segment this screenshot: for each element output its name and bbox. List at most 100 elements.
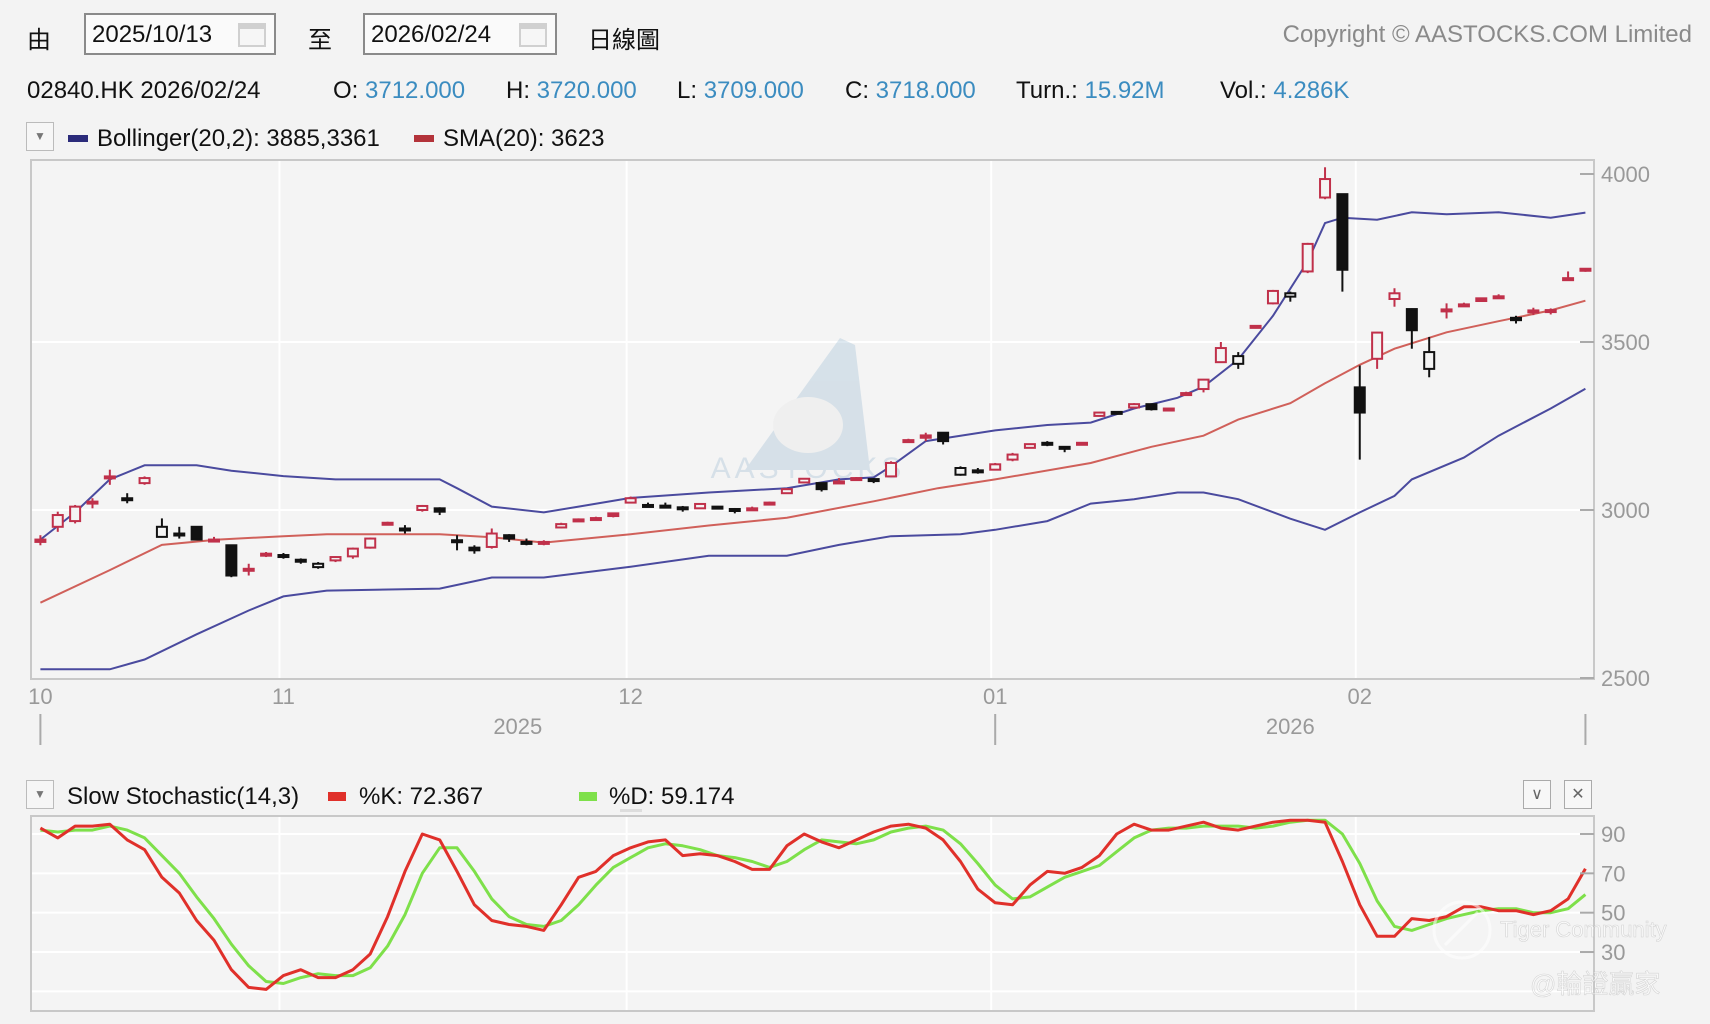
candle-body xyxy=(1076,441,1088,446)
candle-body xyxy=(51,514,64,528)
candle-body xyxy=(1232,355,1245,365)
candle-body xyxy=(1214,347,1227,364)
candle-body xyxy=(850,477,863,482)
candle-body xyxy=(1510,316,1522,322)
candle-body xyxy=(1319,178,1332,199)
candle-body xyxy=(1249,324,1262,329)
candle-body xyxy=(676,506,689,511)
candle-body xyxy=(780,488,793,495)
candle-body xyxy=(919,434,932,439)
candle-body xyxy=(1162,407,1175,412)
y-tick-label: 70 xyxy=(1601,861,1625,886)
month-tick-label: 02 xyxy=(1348,684,1372,709)
candle-body xyxy=(902,439,915,444)
candle-body xyxy=(173,532,186,537)
candle-body xyxy=(867,478,880,483)
candle-body xyxy=(1527,309,1540,314)
watermark-handle-text: @輪證贏家 xyxy=(1530,969,1660,999)
candle-body xyxy=(624,497,637,504)
candle-body xyxy=(971,469,984,474)
candle-body xyxy=(103,475,116,480)
y-tick-label: 3000 xyxy=(1601,498,1650,523)
candle-body xyxy=(572,518,585,523)
candle-body xyxy=(138,477,151,485)
candle-body xyxy=(1301,242,1314,273)
y-tick-label: 4000 xyxy=(1601,162,1650,187)
candle-body xyxy=(1006,453,1019,461)
candle-body xyxy=(763,501,776,506)
candle-body xyxy=(1492,295,1505,300)
candle-body xyxy=(537,540,550,545)
month-tick-label: 01 xyxy=(983,684,1007,709)
candle-body xyxy=(329,556,342,562)
candle-body xyxy=(1353,386,1366,414)
candle-body xyxy=(954,467,967,476)
candle-body xyxy=(1284,292,1297,298)
watermark-community-text: Tiger Community xyxy=(1500,917,1667,942)
candle-body xyxy=(1110,410,1123,415)
candle-body xyxy=(1266,289,1279,305)
candle-body xyxy=(121,497,134,502)
candle-body xyxy=(642,503,654,508)
candle-body xyxy=(937,431,950,443)
candle-body xyxy=(1371,331,1384,360)
candle-body xyxy=(1041,441,1054,446)
candle-body xyxy=(242,567,255,572)
month-tick-label: 10 xyxy=(28,684,52,709)
candle-body xyxy=(520,540,533,545)
candle-body xyxy=(346,547,359,558)
candle-body xyxy=(416,504,429,511)
candle-body xyxy=(746,507,759,512)
candle-body xyxy=(1180,392,1193,397)
candle-body xyxy=(34,538,47,543)
candle-body xyxy=(1423,351,1436,370)
candle-body xyxy=(433,507,446,513)
candle-body xyxy=(711,505,724,510)
candle-body xyxy=(503,534,516,540)
candle-body xyxy=(989,463,1002,471)
candle-body xyxy=(364,537,377,549)
candle-body xyxy=(1336,193,1349,271)
candle-body xyxy=(1475,297,1488,303)
candle-body xyxy=(485,532,498,548)
date-axis: 10 11 12 01 02 2025 2026 xyxy=(28,684,1587,745)
y-tick-label: 3500 xyxy=(1601,330,1650,355)
year-label: 2026 xyxy=(1266,714,1315,739)
candle-body xyxy=(659,504,672,509)
candle-body xyxy=(728,507,741,512)
candle-body xyxy=(312,562,325,569)
candle-body xyxy=(1457,303,1470,308)
y-tick-label: 30 xyxy=(1601,940,1625,965)
candle-body xyxy=(1562,277,1575,282)
candle-body xyxy=(208,538,220,543)
y-tick-label: 2500 xyxy=(1601,666,1650,691)
candle-body xyxy=(1128,403,1141,409)
candle-body xyxy=(86,500,99,505)
year-label: 2025 xyxy=(493,714,542,739)
candle-body xyxy=(885,461,898,478)
candle-body xyxy=(69,505,82,523)
candle-body xyxy=(815,482,828,491)
candle-body xyxy=(1197,378,1210,391)
candle-body xyxy=(155,525,168,538)
y-tick-label: 90 xyxy=(1601,822,1625,847)
candle-body xyxy=(190,525,203,541)
candle-body xyxy=(381,521,394,526)
candle-body xyxy=(1440,308,1453,313)
candle-body xyxy=(1388,292,1401,300)
candle-body xyxy=(451,539,464,544)
candle-body xyxy=(1058,445,1071,450)
candle-body xyxy=(694,502,707,510)
candle-body xyxy=(798,477,811,484)
candle-body xyxy=(1093,411,1106,417)
candle-body xyxy=(277,554,290,559)
candle-body xyxy=(1023,443,1036,449)
month-tick-label: 12 xyxy=(618,684,642,709)
candle-body xyxy=(294,558,307,563)
candle-body xyxy=(225,544,238,577)
candle-body xyxy=(607,512,620,518)
chart-canvas: AASTOCKS 4000350030002500 10 11 12 01 022025… xyxy=(28,159,1667,1012)
candle-body xyxy=(398,527,411,532)
month-tick-label: 11 xyxy=(272,684,295,709)
panel-resize-handle[interactable] xyxy=(620,809,642,812)
